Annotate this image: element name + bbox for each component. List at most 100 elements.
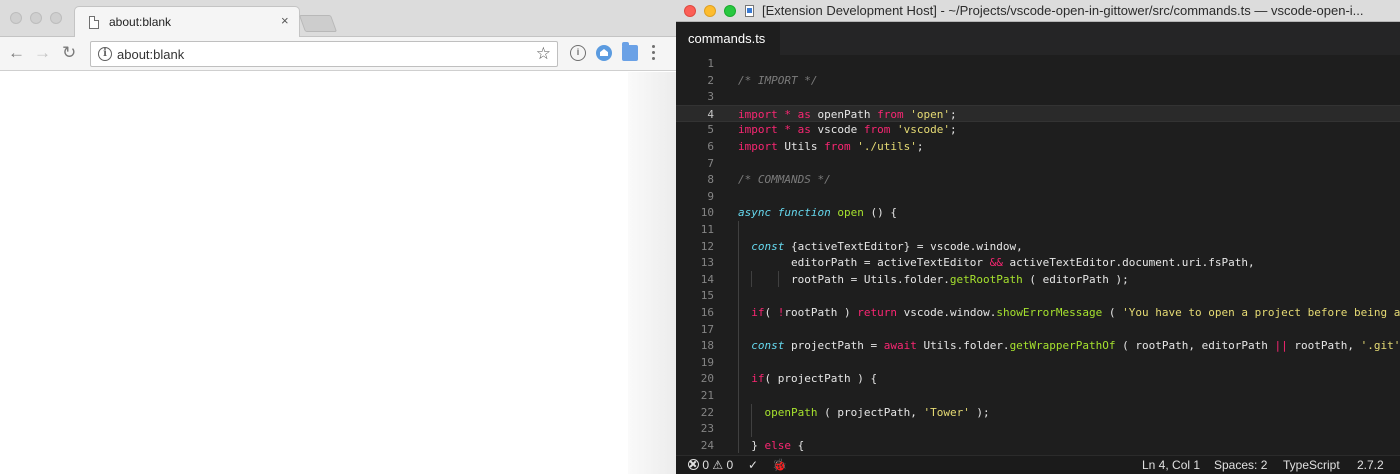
folder-extension-icon[interactable] [622,42,638,61]
line-number: 12 [700,239,714,253]
language-mode[interactable]: TypeScript [1283,458,1340,473]
window-zoom-button[interactable] [50,12,62,24]
window-zoom-button[interactable] [724,5,736,17]
code-line[interactable]: 17 [676,321,1400,338]
line-number: 6 [707,140,714,153]
line-number: 18 [700,339,714,353]
code-line[interactable]: 13 editorPath = activeTextEditor && acti… [676,254,1400,271]
tab-commands-ts[interactable]: commands.ts [676,22,780,55]
line-number: 11 [700,223,714,236]
code-line[interactable]: 22 openPath ( projectPath, 'Tower' ); [676,404,1400,421]
code-line[interactable]: 24 } else { [676,437,1400,454]
typescript-version[interactable]: 2.7.2 [1357,458,1384,473]
bug-icon[interactable]: 🐞 [772,458,787,473]
editor-tabs: commands.ts [676,22,1400,55]
tab-title: about:blank [109,15,172,29]
code-line[interactable]: 4 import * as openPath from 'open'; [676,104,1400,123]
code-text[interactable]: import * as openPath from 'open'; [738,106,957,123]
check-icon[interactable]: ✓ [748,458,758,473]
problems-indicator[interactable]: 0 ⚠ 0 [688,458,733,473]
code-line[interactable]: 5 import * as vscode from 'vscode'; [676,121,1400,138]
window-minimize-button[interactable] [704,5,716,17]
code-line[interactable]: 11 [676,221,1400,238]
line-number: 23 [700,422,714,436]
forward-arrow-icon[interactable]: → [34,43,51,63]
code-line[interactable]: 9 [676,188,1400,205]
code-line[interactable]: 7 [676,155,1400,172]
code-line[interactable]: 16 if( !rootPath ) return vscode.window.… [676,304,1400,321]
code-line[interactable]: 19 [676,354,1400,371]
tab-close-icon[interactable]: × [281,13,289,29]
code-text[interactable]: /* COMMANDS */ [738,171,831,188]
browser-toolbar: ← → ↻ i about:blank ☆ i [0,37,676,71]
info-icon[interactable]: i [98,47,112,61]
tab-label: commands.ts [688,31,766,46]
line-number: 3 [707,90,714,104]
home-extension-icon[interactable] [596,45,612,61]
kebab-menu-icon[interactable] [652,45,656,63]
line-number: 22 [700,405,714,419]
code-text[interactable]: /* IMPORT */ [738,72,817,89]
line-number: 16 [700,306,714,319]
indentation-status[interactable]: Spaces: 2 [1214,458,1267,473]
code-text[interactable]: if( !rootPath ) return vscode.window.sho… [738,304,1400,321]
window-title: [Extension Development Host] - ~/Project… [762,3,1364,18]
new-tab-button[interactable] [298,15,338,32]
page-viewport [0,72,676,474]
code-line[interactable]: 21 [676,387,1400,404]
code-text[interactable]: async function open () { [738,204,897,221]
browser-window: about:blank × ← → ↻ i about:blank ☆ i [0,0,676,474]
code-line[interactable]: 12 const {activeTextEditor} = vscode.win… [676,238,1400,255]
code-text[interactable]: const projectPath = await Utils.folder.g… [738,337,1400,354]
code-line[interactable]: 3 [676,88,1400,105]
cursor-position[interactable]: Ln 4, Col 1 [1142,458,1200,473]
line-number: 20 [700,372,714,386]
code-line[interactable]: 15 [676,287,1400,304]
window-close-button[interactable] [684,5,696,17]
address-bar[interactable]: i about:blank ☆ [90,41,558,67]
code-text[interactable]: const {activeTextEditor} = vscode.window… [738,238,1023,255]
status-bar: 0 ⚠ 0 ✓ 🐞 Ln 4, Col 1 Spaces: 2 TypeScri… [676,455,1400,474]
page-icon [89,16,99,29]
window-minimize-button[interactable] [30,12,42,24]
code-line[interactable]: 10 async function open () { [676,204,1400,221]
line-number: 13 [700,256,714,270]
line-number: 5 [707,123,714,137]
error-icon [688,459,699,470]
line-number: 7 [707,156,714,170]
line-number: 4 [707,107,714,121]
line-number: 10 [700,206,714,220]
warning-icon: ⚠ [712,458,724,472]
code-line[interactable]: 18 const projectPath = await Utils.folde… [676,337,1400,354]
vscode-titlebar: [Extension Development Host] - ~/Project… [676,0,1400,22]
extension-icon[interactable]: i [570,45,586,61]
browser-tab[interactable]: about:blank × [74,6,300,38]
code-text[interactable]: if( projectPath ) { [738,370,877,387]
error-count: 0 [702,458,710,472]
code-text[interactable]: editorPath = activeTextEditor && activeT… [738,254,1255,271]
code-text[interactable]: rootPath = Utils.folder.getRootPath ( ed… [738,271,1129,288]
code-text[interactable]: openPath ( projectPath, 'Tower' ); [738,404,990,421]
code-text[interactable]: import Utils from './utils'; [738,138,923,155]
window-close-button[interactable] [10,12,22,24]
code-line[interactable]: 20 if( projectPath ) { [676,370,1400,387]
star-icon[interactable]: ☆ [536,44,551,64]
code-line[interactable]: 6 import Utils from './utils'; [676,138,1400,155]
code-text[interactable]: } else { [738,437,804,454]
url-text[interactable]: about:blank [117,47,184,62]
code-line[interactable]: 2 /* IMPORT */ [676,72,1400,89]
code-line[interactable]: 8 /* COMMANDS */ [676,171,1400,188]
line-number: 1 [707,57,714,70]
indent-guide [738,221,739,454]
code-line[interactable]: 23 [676,420,1400,437]
browser-tabstrip: about:blank × [0,0,676,38]
line-number: 15 [700,289,714,303]
code-editor[interactable]: 1 2/* IMPORT */3 4 import * as openPath fro… [676,55,1400,455]
code-line[interactable]: 14 rootPath = Utils.folder.getRootPath (… [676,271,1400,288]
reload-icon[interactable]: ↻ [62,43,76,63]
back-arrow-icon[interactable]: ← [8,43,25,63]
line-number: 8 [707,173,714,187]
code-line[interactable]: 1 [676,55,1400,72]
code-text[interactable]: import * as vscode from 'vscode'; [738,121,957,138]
line-number: 19 [700,355,714,369]
